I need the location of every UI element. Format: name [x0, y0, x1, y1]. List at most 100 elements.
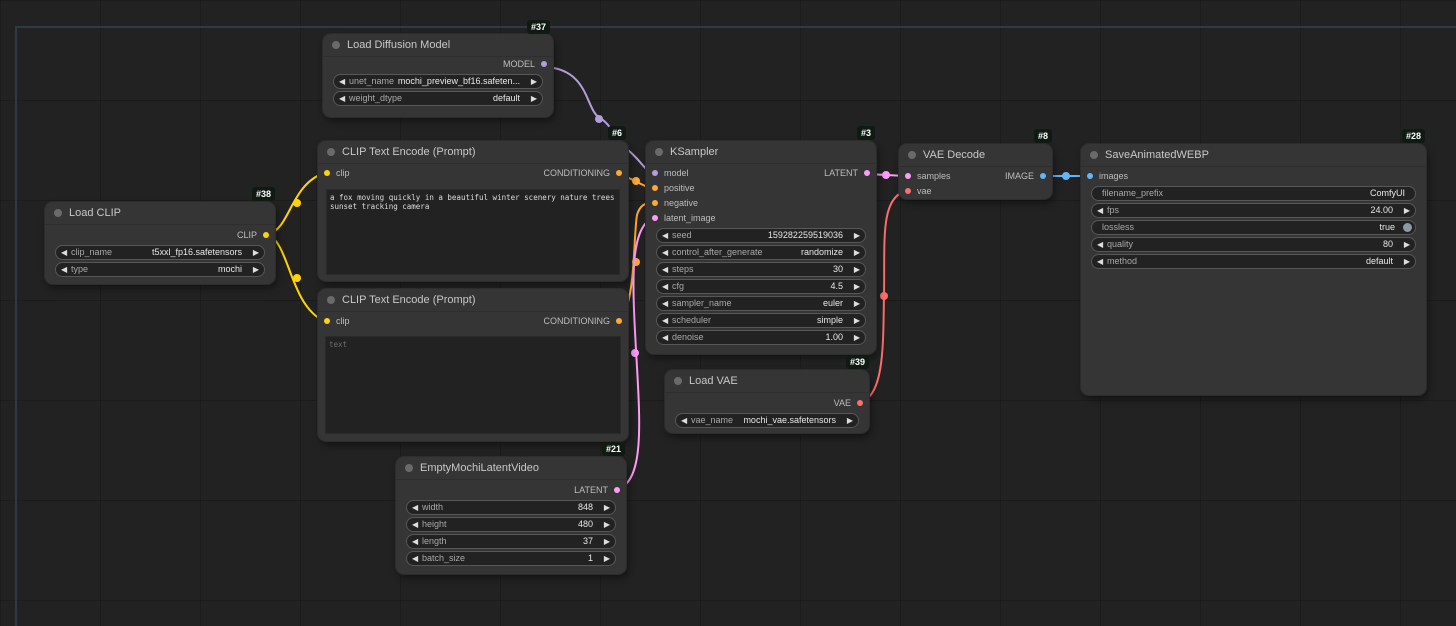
widget-filename-prefix[interactable]: filename_prefix ComfyUI: [1091, 186, 1416, 201]
negative-prompt-textarea[interactable]: text: [325, 336, 621, 434]
widget-batch-size[interactable]: ◀ batch_size 1 ▶: [406, 551, 616, 566]
arrow-right-icon[interactable]: ▶: [1404, 255, 1410, 268]
widget-method[interactable]: ◀ method default ▶: [1091, 254, 1416, 269]
arrow-left-icon[interactable]: ◀: [412, 518, 418, 531]
output-slot-conditioning[interactable]: [616, 318, 622, 324]
output-slot-latent[interactable]: [614, 487, 620, 493]
arrow-right-icon[interactable]: ▶: [604, 501, 610, 514]
output-slot-clip[interactable]: [263, 232, 269, 238]
arrow-right-icon[interactable]: ▶: [531, 92, 537, 105]
widget-steps[interactable]: ◀ steps 30 ▶: [656, 262, 866, 277]
prompt-textarea[interactable]: a fox moving quickly in a beautiful wint…: [326, 189, 620, 275]
output-slot-conditioning[interactable]: [616, 170, 622, 176]
collapse-dot-icon[interactable]: [54, 209, 62, 217]
widget-seed[interactable]: ◀ seed 159282259519036 ▶: [656, 228, 866, 243]
widget-type[interactable]: ◀ type mochi ▶: [55, 262, 265, 277]
arrow-right-icon[interactable]: ▶: [854, 229, 860, 242]
widget-cfg[interactable]: ◀ cfg 4.5 ▶: [656, 279, 866, 294]
output-slot-model[interactable]: [541, 61, 547, 67]
node-vae-decode[interactable]: VAE Decode samples IMAGE vae: [899, 144, 1052, 199]
arrow-right-icon[interactable]: ▶: [854, 314, 860, 327]
arrow-right-icon[interactable]: ▶: [854, 263, 860, 276]
arrow-left-icon[interactable]: ◀: [1097, 204, 1103, 217]
arrow-left-icon[interactable]: ◀: [1097, 238, 1103, 251]
link-positive-midpoint[interactable]: [632, 177, 640, 185]
link-vae-midpoint[interactable]: [880, 292, 888, 300]
arrow-left-icon[interactable]: ◀: [662, 263, 668, 276]
widget-sampler-name[interactable]: ◀ sampler_name euler ▶: [656, 296, 866, 311]
collapse-dot-icon[interactable]: [327, 148, 335, 156]
widget-quality[interactable]: ◀ quality 80 ▶: [1091, 237, 1416, 252]
collapse-dot-icon[interactable]: [674, 377, 682, 385]
output-slot-vae[interactable]: [857, 400, 863, 406]
widget-vae-name[interactable]: ◀ vae_name mochi_vae.safetensors ▶: [675, 413, 859, 428]
arrow-right-icon[interactable]: ▶: [531, 75, 537, 88]
collapse-dot-icon[interactable]: [655, 148, 663, 156]
link-latent-image-midpoint[interactable]: [631, 349, 639, 357]
node-load-diffusion-model[interactable]: Load Diffusion Model MODEL ◀ unet_name moc…: [323, 34, 553, 117]
link-clip-positive[interactable]: [267, 172, 325, 235]
node-ksampler[interactable]: KSampler model LATENT positive negative …: [646, 141, 876, 354]
toggle-knob-icon[interactable]: [1403, 223, 1412, 232]
arrow-right-icon[interactable]: ▶: [854, 297, 860, 310]
arrow-left-icon[interactable]: ◀: [412, 552, 418, 565]
collapse-dot-icon[interactable]: [908, 151, 916, 159]
input-slot-negative[interactable]: [652, 200, 658, 206]
arrow-left-icon[interactable]: ◀: [1097, 255, 1103, 268]
widget-unet-name[interactable]: ◀ unet_name mochi_preview_bf16.safeten... ▶: [333, 74, 543, 89]
link-clip-negative[interactable]: [267, 233, 325, 322]
link-model-midpoint[interactable]: [595, 115, 603, 123]
link-clip-positive-midpoint[interactable]: [293, 199, 301, 207]
output-slot-image[interactable]: [1040, 173, 1046, 179]
input-slot-positive[interactable]: [652, 185, 658, 191]
widget-height[interactable]: ◀ height 480 ▶: [406, 517, 616, 532]
arrow-right-icon[interactable]: ▶: [604, 552, 610, 565]
arrow-left-icon[interactable]: ◀: [681, 414, 687, 427]
arrow-right-icon[interactable]: ▶: [854, 246, 860, 259]
widget-scheduler[interactable]: ◀ scheduler simple ▶: [656, 313, 866, 328]
arrow-right-icon[interactable]: ▶: [253, 246, 259, 259]
arrow-left-icon[interactable]: ◀: [662, 280, 668, 293]
link-samples-midpoint[interactable]: [882, 171, 890, 179]
input-slot-model[interactable]: [652, 170, 658, 176]
widget-control-after-generate[interactable]: ◀ control_after_generate randomize ▶: [656, 245, 866, 260]
arrow-left-icon[interactable]: ◀: [662, 331, 668, 344]
widget-denoise[interactable]: ◀ denoise 1.00 ▶: [656, 330, 866, 345]
collapse-dot-icon[interactable]: [1090, 151, 1098, 159]
arrow-left-icon[interactable]: ◀: [61, 263, 67, 276]
output-slot-latent[interactable]: [864, 170, 870, 176]
collapse-dot-icon[interactable]: [405, 464, 413, 472]
link-image-midpoint[interactable]: [1062, 172, 1070, 180]
node-clip-text-encode-negative[interactable]: CLIP Text Encode (Prompt) clip CONDITION…: [318, 289, 628, 441]
widget-lossless-toggle[interactable]: lossless true: [1091, 220, 1416, 235]
widget-fps[interactable]: ◀ fps 24.00 ▶: [1091, 203, 1416, 218]
widget-clip-name[interactable]: ◀ clip_name t5xxl_fp16.safetensors ▶: [55, 245, 265, 260]
node-load-clip[interactable]: Load CLIP CLIP ◀ clip_name t5xxl_fp16.safe…: [45, 202, 275, 284]
arrow-left-icon[interactable]: ◀: [339, 92, 345, 105]
node-empty-mochi-latent-video[interactable]: EmptyMochiLatentVideo LATENT ◀ width 848 ▶ …: [396, 457, 626, 574]
arrow-right-icon[interactable]: ▶: [604, 518, 610, 531]
arrow-right-icon[interactable]: ▶: [1404, 238, 1410, 251]
arrow-right-icon[interactable]: ▶: [854, 280, 860, 293]
input-slot-samples[interactable]: [905, 173, 911, 179]
input-slot-vae[interactable]: [905, 188, 911, 194]
widget-length[interactable]: ◀ length 37 ▶: [406, 534, 616, 549]
arrow-left-icon[interactable]: ◀: [662, 297, 668, 310]
arrow-left-icon[interactable]: ◀: [412, 535, 418, 548]
arrow-left-icon[interactable]: ◀: [662, 229, 668, 242]
input-slot-clip[interactable]: [324, 318, 330, 324]
arrow-left-icon[interactable]: ◀: [662, 246, 668, 259]
input-slot-images[interactable]: [1087, 173, 1093, 179]
arrow-right-icon[interactable]: ▶: [604, 535, 610, 548]
link-clip-negative-midpoint[interactable]: [293, 274, 301, 282]
arrow-left-icon[interactable]: ◀: [61, 246, 67, 259]
arrow-right-icon[interactable]: ▶: [253, 263, 259, 276]
arrow-left-icon[interactable]: ◀: [339, 75, 345, 88]
collapse-dot-icon[interactable]: [327, 296, 335, 304]
arrow-left-icon[interactable]: ◀: [662, 314, 668, 327]
arrow-left-icon[interactable]: ◀: [412, 501, 418, 514]
node-clip-text-encode-positive[interactable]: CLIP Text Encode (Prompt) clip CONDITION…: [318, 141, 628, 281]
widget-weight-dtype[interactable]: ◀ weight_dtype default ▶: [333, 91, 543, 106]
input-slot-latent-image[interactable]: [652, 215, 658, 221]
collapse-dot-icon[interactable]: [332, 41, 340, 49]
